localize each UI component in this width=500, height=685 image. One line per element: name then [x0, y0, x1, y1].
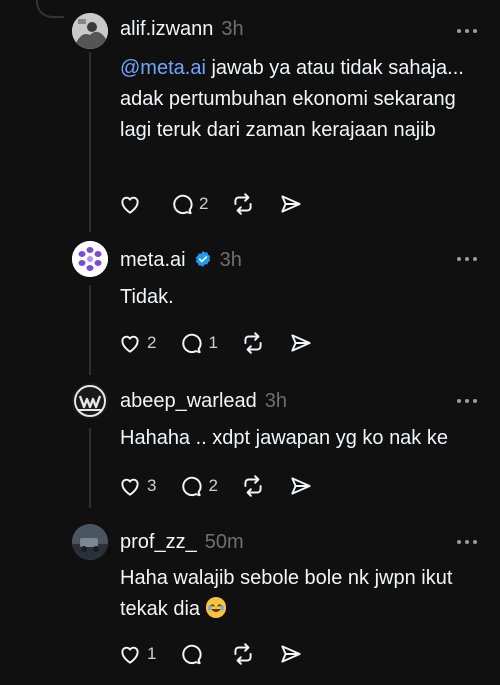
heart-icon [121, 335, 139, 353]
like-count: 2 [147, 333, 157, 352]
laughing-emoji-icon [205, 597, 226, 618]
action-bar: 2 1 [117, 329, 336, 357]
send-icon [281, 195, 302, 213]
repost-icon [244, 475, 262, 497]
comment-icon [182, 333, 202, 354]
repost-icon [234, 643, 253, 665]
comment-icon [182, 476, 202, 497]
action-bar: 2 [117, 190, 326, 218]
heart-icon [121, 196, 139, 214]
share-button[interactable] [288, 330, 314, 356]
repost-button[interactable] [240, 473, 266, 499]
comment-header: meta.ai 3h [120, 248, 242, 272]
thread-line [89, 52, 91, 232]
thread-line [89, 428, 91, 508]
send-icon [281, 645, 302, 663]
more-options-icon[interactable] [455, 26, 479, 36]
timestamp: 3h [219, 249, 242, 271]
more-options-icon[interactable] [455, 254, 479, 264]
action-bar: 3 2 [117, 472, 336, 500]
mention-link[interactable]: @meta.ai [120, 57, 206, 79]
more-options-icon[interactable] [455, 537, 479, 547]
username[interactable]: prof_zz_ [120, 531, 197, 554]
profile-photo-icon [72, 13, 108, 49]
heart-icon [121, 478, 139, 496]
comment-text: @meta.ai jawab ya atau tidak sahaja... a… [120, 53, 480, 146]
profile-photo-icon [72, 524, 108, 560]
like-button[interactable]: 2 [117, 330, 156, 356]
comment-text: Hahaha .. xdpt jawapan yg ko nak ke [120, 423, 480, 454]
reply-button[interactable]: 1 [178, 330, 218, 356]
comment-body: Haha walajib sebole bole nk jwpn ikut te… [120, 567, 453, 620]
reply-button[interactable]: 2 [178, 473, 218, 499]
like-button[interactable]: 1 [117, 641, 156, 667]
reply-count: 2 [208, 476, 218, 495]
comment-header: prof_zz_ 50m [120, 531, 244, 554]
heart-icon [121, 646, 139, 664]
meta-ai-logo-icon [72, 241, 108, 277]
timestamp: 3h [221, 18, 244, 40]
repost-button[interactable] [230, 191, 256, 217]
action-bar: 1 [117, 640, 326, 668]
avatar[interactable] [72, 524, 108, 560]
share-button[interactable] [278, 191, 304, 217]
comment-icon [182, 644, 202, 665]
thread-line [89, 285, 91, 375]
comment-header: alif.izwann 3h [120, 18, 244, 41]
reply-button[interactable]: 2 [169, 191, 208, 217]
comment-thread: alif.izwann 3h @meta.ai jawab ya atau ti… [0, 0, 500, 685]
send-icon [291, 334, 311, 352]
avatar[interactable] [72, 241, 108, 277]
repost-button[interactable] [240, 330, 266, 356]
comment-body: Hahaha .. xdpt jawapan yg ko nak ke [120, 427, 448, 449]
repost-button[interactable] [230, 641, 256, 667]
comment-body: Tidak. [120, 286, 174, 308]
avatar[interactable] [72, 383, 108, 419]
username[interactable]: meta.ai [120, 249, 186, 272]
repost-icon [234, 193, 253, 215]
more-options-icon[interactable] [455, 396, 479, 406]
share-button[interactable] [278, 641, 304, 667]
thread-connector [36, 0, 64, 18]
warlead-logo-icon [72, 383, 108, 419]
reply-count: 2 [199, 194, 209, 213]
share-button[interactable] [288, 473, 314, 499]
username[interactable]: abeep_warlead [120, 390, 257, 413]
verified-badge-icon [194, 250, 212, 268]
comment-text: Tidak. [120, 282, 480, 313]
timestamp: 50m [204, 531, 244, 553]
comment-text: Haha walajib sebole bole nk jwpn ikut te… [120, 563, 480, 625]
comment-icon [173, 194, 193, 215]
like-button[interactable] [117, 191, 147, 217]
comment-header: abeep_warlead 3h [120, 390, 287, 413]
reply-count: 1 [208, 333, 218, 352]
like-count: 3 [147, 476, 157, 495]
repost-icon [244, 332, 262, 354]
timestamp: 3h [264, 390, 288, 412]
reply-button[interactable] [178, 641, 208, 667]
username[interactable]: alif.izwann [120, 18, 213, 41]
like-button[interactable]: 3 [117, 473, 156, 499]
send-icon [291, 477, 311, 495]
avatar[interactable] [72, 13, 108, 49]
like-count: 1 [147, 644, 157, 663]
